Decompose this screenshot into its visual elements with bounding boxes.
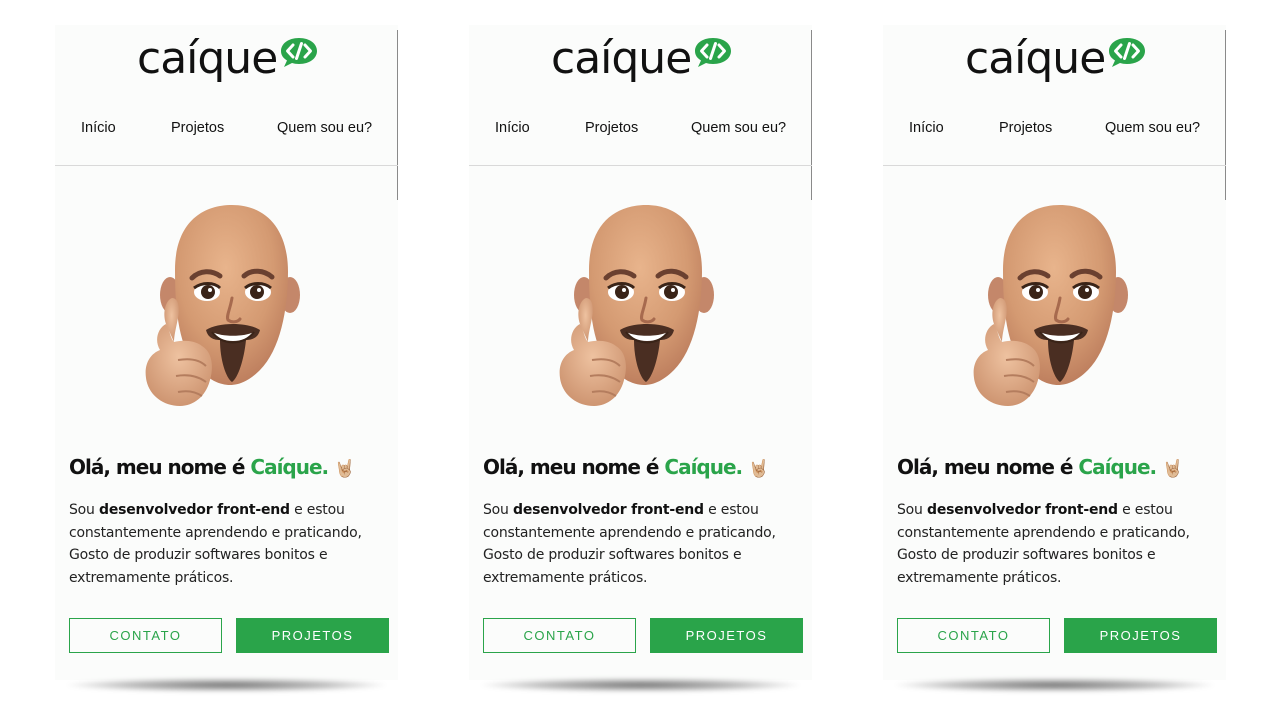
code-bubble-icon [281, 38, 318, 67]
nav-item-projetos[interactable]: Projetos [999, 120, 1052, 136]
logo[interactable]: caíque [137, 35, 319, 83]
header: caíque Início Projetos Quem sou eu? [469, 25, 812, 166]
hero-description: Sou desenvolvedor front-end e estou cons… [483, 499, 803, 589]
nav-item-inicio[interactable]: Início [495, 120, 530, 136]
desc-bold: desenvolvedor front-end [513, 502, 704, 518]
contact-button[interactable]: CONTATO [69, 618, 222, 653]
desc-prefix: Sou [483, 502, 509, 518]
hero-title: Olá, meu nome é Caíque. 🤘🏼 [897, 455, 1217, 479]
mobile-screen-3: caíque Início Projetos Quem sou eu? Olá,… [883, 25, 1226, 680]
hero-title: Olá, meu nome é Caíque. 🤘🏼 [69, 455, 389, 479]
code-bubble-icon [695, 38, 732, 67]
projects-button[interactable]: PROJETOS [1064, 618, 1217, 653]
logo-text: caíque [965, 33, 1106, 84]
name-text: Caíque. [250, 455, 329, 479]
nav-item-quem-sou-eu[interactable]: Quem sou eu? [1105, 120, 1200, 136]
greeting-text: Olá, meu nome é [897, 455, 1073, 479]
main-nav: Início Projetos Quem sou eu? [55, 120, 398, 140]
header: caíque Início Projetos Quem sou eu? [883, 25, 1226, 166]
logo-text: caíque [551, 33, 692, 84]
greeting-text: Olá, meu nome é [483, 455, 659, 479]
rock-hand-emoji: 🤘🏼 [1162, 459, 1183, 479]
desc-prefix: Sou [69, 502, 95, 518]
main-nav: Início Projetos Quem sou eu? [469, 120, 812, 140]
desc-prefix: Sou [897, 502, 923, 518]
name-text: Caíque. [664, 455, 743, 479]
hero-title: Olá, meu nome é Caíque. 🤘🏼 [483, 455, 803, 479]
memoji-thumbs-up-icon [145, 205, 300, 406]
desc-bold: desenvolvedor front-end [99, 502, 290, 518]
contact-button[interactable]: CONTATO [483, 618, 636, 653]
greeting-text: Olá, meu nome é [69, 455, 245, 479]
nav-item-projetos[interactable]: Projetos [585, 120, 638, 136]
logo[interactable]: caíque [551, 35, 733, 83]
nav-item-projetos[interactable]: Projetos [171, 120, 224, 136]
rock-hand-emoji: 🤘🏼 [334, 459, 355, 479]
name-text: Caíque. [1078, 455, 1157, 479]
logo-text: caíque [137, 33, 278, 84]
mobile-screen-2: caíque Início Projetos Quem sou eu? Olá,… [469, 25, 812, 680]
contact-button[interactable]: CONTATO [897, 618, 1050, 653]
mobile-screen-1: caíque Início Projetos Quem sou eu? Olá,… [55, 25, 398, 680]
main-nav: Início Projetos Quem sou eu? [883, 120, 1226, 140]
hero-description: Sou desenvolvedor front-end e estou cons… [897, 499, 1217, 589]
memoji-thumbs-up-icon [973, 205, 1128, 406]
nav-item-quem-sou-eu[interactable]: Quem sou eu? [277, 120, 372, 136]
nav-item-inicio[interactable]: Início [909, 120, 944, 136]
projects-button[interactable]: PROJETOS [650, 618, 803, 653]
projects-button[interactable]: PROJETOS [236, 618, 389, 653]
logo[interactable]: caíque [965, 35, 1147, 83]
code-bubble-icon [1109, 38, 1146, 67]
header: caíque Início Projetos Quem sou eu? [55, 25, 398, 166]
hero-description: Sou desenvolvedor front-end e estou cons… [69, 499, 389, 589]
rock-hand-emoji: 🤘🏼 [748, 459, 769, 479]
nav-item-inicio[interactable]: Início [81, 120, 116, 136]
desc-bold: desenvolvedor front-end [927, 502, 1118, 518]
memoji-thumbs-up-icon [559, 205, 714, 406]
nav-item-quem-sou-eu[interactable]: Quem sou eu? [691, 120, 786, 136]
